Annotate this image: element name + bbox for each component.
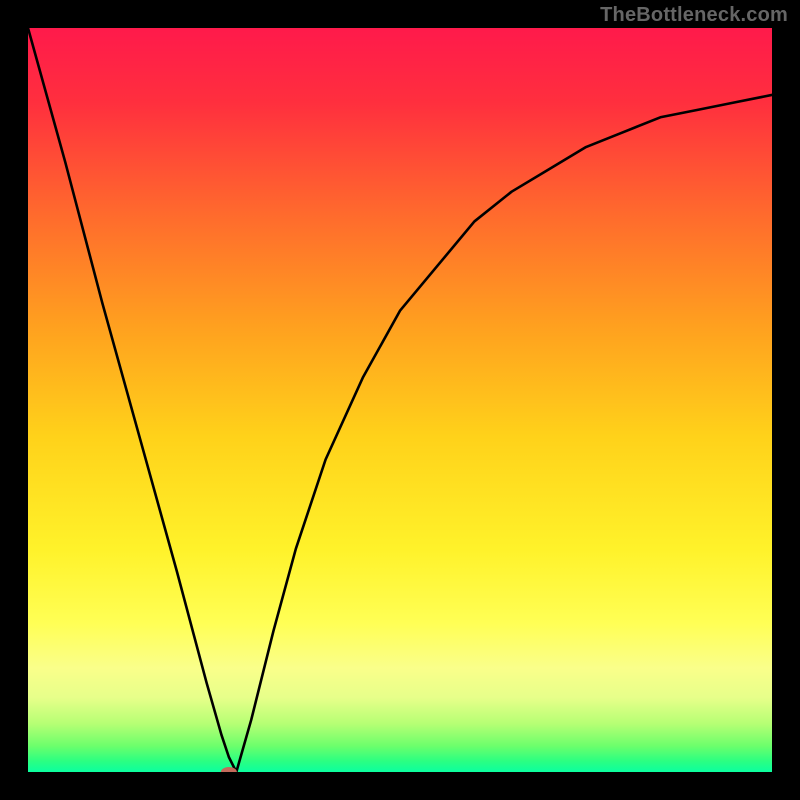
chart-frame: TheBottleneck.com [0,0,800,800]
plot-area [28,28,772,772]
watermark-label: TheBottleneck.com [600,4,788,27]
gradient-background [28,28,772,772]
bottleneck-chart [28,28,772,772]
